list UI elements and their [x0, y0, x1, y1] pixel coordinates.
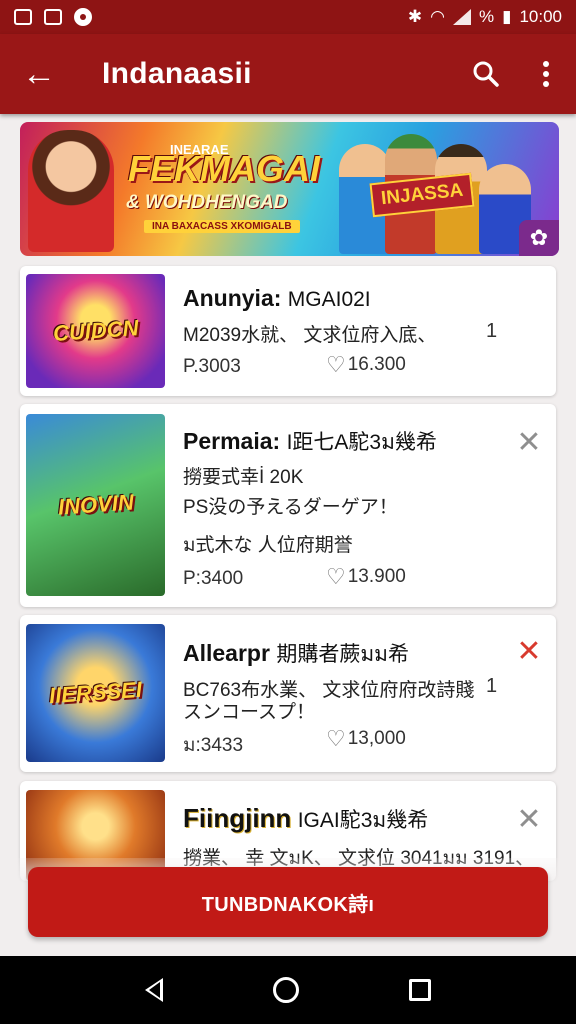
card-description: ม式木な 人位府期誉	[183, 535, 353, 556]
game-thumbnail: INOVIN	[26, 414, 165, 596]
likes-count: 16.300	[347, 354, 406, 375]
arrow-left-icon[interactable]: ←	[0, 34, 78, 114]
search-icon[interactable]	[456, 34, 516, 114]
card-description: M2039水就、 文求位府入底、	[183, 325, 437, 346]
card-likes[interactable]: ♡ 13.900	[326, 566, 406, 588]
card-title-main: Permaia:	[183, 428, 281, 454]
gallery-notification-icon	[14, 9, 32, 25]
likes-count: 13.900	[347, 566, 406, 587]
banner-title: FEKMAGAI	[128, 148, 320, 189]
card-title-main: Allearpr	[183, 640, 270, 666]
battery-icon: ▮	[502, 7, 512, 26]
close-icon[interactable]: ✕	[514, 637, 544, 667]
signal-icon	[452, 9, 471, 25]
nav-recents-icon[interactable]	[409, 979, 431, 1001]
banner-hero-illustration	[28, 130, 114, 252]
card-title-main: Fiingjinn	[183, 803, 292, 833]
card-price: ม:3433	[183, 735, 244, 756]
card-title-main: Anunyia:	[183, 285, 282, 311]
status-bar: ✱ ◠ % ▮ 10:00	[0, 0, 576, 34]
thumbnail-label: INOVIN	[56, 489, 135, 520]
system-nav-bar	[0, 956, 576, 1024]
wifi-icon: ◠	[430, 7, 445, 26]
nav-home-icon[interactable]	[273, 977, 299, 1003]
banner-subtitle: & WOHDHENGAD	[126, 192, 288, 213]
card-description: 撈要式幸İ 20K	[183, 467, 304, 488]
card-title: Allearpr 期購者蕨มม希	[183, 638, 409, 671]
close-icon[interactable]: ✕	[514, 805, 544, 835]
heart-icon[interactable]: ♡	[326, 566, 346, 588]
card-price: P:3400	[183, 568, 244, 589]
card-description: PS没の予えるダーゲア！	[183, 497, 398, 518]
promo-banner[interactable]: INEARAE FEKMAGAI & WOHDHENGAD INA BAXACA…	[20, 122, 559, 256]
app-bar: ← Indanaasii	[0, 34, 576, 114]
card-mark: 1	[486, 320, 498, 342]
game-thumbnail: CUIDCN	[26, 274, 165, 388]
card-title-rest: IGAI駝3ม幾希	[297, 809, 429, 832]
list-item[interactable]: INOVIN Permaia: I距七A駝3ม幾希 ✕ 撈要式幸İ 20K PS…	[20, 404, 556, 607]
puzzle-badge-icon: ✿	[519, 220, 559, 256]
card-mark: 1	[486, 675, 498, 697]
game-thumbnail: IIERSSEI	[26, 624, 165, 762]
card-title-rest: 期購者蕨มม希	[276, 643, 410, 666]
card-likes[interactable]: ♡ 16.300	[326, 354, 406, 376]
page-title: Indanaasii	[102, 57, 252, 90]
media-notification-icon	[74, 8, 92, 26]
more-vertical-icon[interactable]	[516, 34, 576, 114]
list-item[interactable]: CUIDCN Anunyia: MGAI02I M2039水就、 文求位府入底、…	[20, 266, 556, 396]
thumbnail-label: IIERSSEI	[48, 676, 143, 709]
list-item[interactable]: IIERSSEI Allearpr 期購者蕨มม希 ✕ BC763布水業、 文求…	[20, 615, 556, 772]
image-notification-icon	[44, 9, 62, 25]
card-title-rest: MGAI02I	[287, 288, 371, 311]
card-description: スンコースプ！	[183, 702, 316, 723]
card-title: Permaia: I距七A駝3ม幾希	[183, 426, 437, 459]
heart-icon[interactable]: ♡	[326, 354, 346, 376]
bluetooth-icon: ✱	[407, 7, 423, 26]
card-price: P.3003	[183, 356, 241, 377]
card-title: Fiingjinn IGAI駝3ม幾希	[183, 803, 428, 837]
close-icon[interactable]: ✕	[514, 428, 544, 458]
card-likes[interactable]: ♡ 13,000	[326, 728, 406, 750]
heart-icon[interactable]: ♡	[326, 728, 346, 750]
likes-count: 13,000	[347, 728, 406, 749]
card-title-rest: I距七A駝3ม幾希	[286, 431, 437, 454]
nav-back-icon[interactable]	[145, 978, 163, 1002]
banner-strip: INA BAXACASS XKOMIGALB	[144, 220, 300, 233]
battery-level: %	[478, 7, 495, 26]
primary-action-button[interactable]: TUNBDNAKOK詩ı	[28, 867, 548, 937]
thumbnail-label: CUIDCN	[51, 315, 140, 346]
clock: 10:00	[519, 7, 562, 26]
card-title: Anunyia: MGAI02I	[183, 285, 371, 312]
